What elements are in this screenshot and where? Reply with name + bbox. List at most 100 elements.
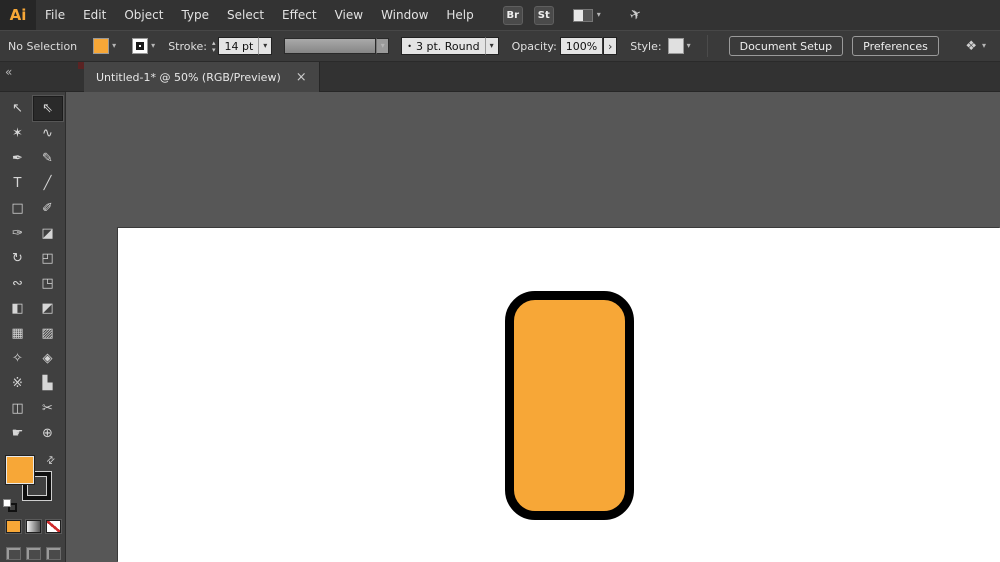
- column-graph-tool[interactable]: ▙: [33, 371, 63, 396]
- select-similar-group[interactable]: ❖ ▾: [965, 39, 986, 54]
- draw-normal-button[interactable]: [6, 547, 21, 560]
- menu-edit[interactable]: Edit: [74, 0, 115, 30]
- draw-mode-row: [6, 547, 61, 560]
- select-similar-icon[interactable]: ❖: [965, 39, 977, 54]
- none-button[interactable]: [46, 520, 61, 533]
- document-tab-title: Untitled-1* @ 50% (RGB/Preview): [96, 71, 281, 84]
- menu-view[interactable]: View: [326, 0, 372, 30]
- document-tab-bar: « Untitled-1* @ 50% (RGB/Preview) ×: [0, 62, 1000, 92]
- preferences-button[interactable]: Preferences: [852, 36, 939, 56]
- free-transform-tool[interactable]: ◳: [33, 271, 63, 296]
- separator: [707, 35, 708, 57]
- rotate-tool[interactable]: ↻: [3, 246, 33, 271]
- stroke-weight-stepper[interactable]: ▴ ▾: [212, 40, 216, 53]
- draw-inside-button[interactable]: [46, 547, 61, 560]
- gradient-tool[interactable]: ▨: [33, 321, 63, 346]
- pen-tool[interactable]: ✒: [3, 146, 33, 171]
- chevron-down-icon[interactable]: ▾: [982, 42, 986, 50]
- variable-width-profile-caret[interactable]: ▾: [376, 38, 389, 54]
- bridge-button[interactable]: Br: [503, 6, 523, 25]
- default-fill-stroke-button[interactable]: [3, 499, 19, 513]
- zoom-tool[interactable]: ⊕: [33, 421, 63, 446]
- width-tool[interactable]: ∾: [3, 271, 33, 296]
- stroke-weight-dropdown[interactable]: ▾: [258, 37, 272, 55]
- menu-object[interactable]: Object: [115, 0, 172, 30]
- workspace-switcher[interactable]: ▾: [573, 9, 601, 22]
- menu-type[interactable]: Type: [172, 0, 218, 30]
- pencil-tool[interactable]: ✑: [3, 221, 33, 246]
- direct-selection-tool[interactable]: ⇖: [33, 96, 63, 121]
- menu-bar-right: Br St ▾ ✈: [503, 6, 642, 25]
- chevron-down-icon[interactable]: ▾: [151, 42, 155, 50]
- menu-help[interactable]: Help: [437, 0, 482, 30]
- chevron-down-icon[interactable]: ▾: [212, 47, 216, 53]
- slice-tool[interactable]: ✂: [33, 396, 63, 421]
- canvas-area[interactable]: [66, 92, 1000, 562]
- style-label[interactable]: Style:: [630, 40, 661, 53]
- stroke-color-swatch[interactable]: [132, 38, 148, 54]
- paint-mode-row: [6, 520, 61, 533]
- eyedropper-tool[interactable]: ✧: [3, 346, 33, 371]
- brush-definition-value: 3 pt. Round: [416, 40, 480, 53]
- close-icon[interactable]: ×: [296, 71, 307, 84]
- menu-effect[interactable]: Effect: [273, 0, 326, 30]
- rounded-rectangle-shape[interactable]: [505, 291, 634, 520]
- chevron-down-icon: ▾: [597, 11, 601, 19]
- color-button[interactable]: [6, 520, 21, 533]
- eraser-tool[interactable]: ◪: [33, 221, 63, 246]
- symbol-sprayer-tool[interactable]: ※: [3, 371, 33, 396]
- chevron-down-icon[interactable]: ▾: [687, 42, 691, 50]
- selection-tool[interactable]: ↖: [3, 96, 33, 121]
- draw-behind-button[interactable]: [26, 547, 41, 560]
- variable-width-profile-dropdown[interactable]: [284, 38, 376, 54]
- menu-window[interactable]: Window: [372, 0, 437, 30]
- fill-color-swatch[interactable]: [93, 38, 109, 54]
- magic-wand-tool[interactable]: ✶: [3, 121, 33, 146]
- menu-bar: Ai File Edit Object Type Select Effect V…: [0, 0, 1000, 30]
- scale-tool[interactable]: ◰: [33, 246, 63, 271]
- fill-proxy-swatch[interactable]: [6, 456, 34, 484]
- lasso-tool[interactable]: ∿: [33, 121, 63, 146]
- selection-status: No Selection: [8, 40, 77, 53]
- stroke-label[interactable]: Stroke:: [168, 40, 207, 53]
- document-setup-button[interactable]: Document Setup: [729, 36, 844, 56]
- chevron-down-icon: ▾: [490, 42, 494, 50]
- paintbrush-tool[interactable]: ✎: [33, 146, 63, 171]
- control-bar: No Selection ▾ ▾ Stroke: ▴ ▾ 14 pt ▾ ▾ •…: [0, 30, 1000, 62]
- gradient-button[interactable]: [26, 520, 41, 533]
- type-tool[interactable]: T: [3, 171, 33, 196]
- tools-panel: ↖⇖✶∿✒✎T╱□✐✑◪↻◰∾◳◧◩▦▨✧◈※▙◫✂☛⊕ ⇄: [0, 92, 66, 562]
- hand-tool[interactable]: ☛: [3, 421, 33, 446]
- blend-tool[interactable]: ◈: [33, 346, 63, 371]
- illustrator-window: Ai File Edit Object Type Select Effect V…: [0, 0, 1000, 562]
- brush-definition-dropdown[interactable]: ▾: [485, 37, 499, 55]
- opacity-field[interactable]: 100%: [560, 37, 602, 55]
- stock-button[interactable]: St: [534, 6, 554, 25]
- app-logo: Ai: [0, 0, 36, 30]
- opacity-flyout-button[interactable]: ›: [603, 37, 617, 55]
- collapse-dock-button[interactable]: «: [5, 65, 12, 79]
- perspective-grid-tool[interactable]: ◩: [33, 296, 63, 321]
- sync-icon[interactable]: ✈: [627, 5, 644, 24]
- mesh-tool[interactable]: ▦: [3, 321, 33, 346]
- artboard-tool[interactable]: ◫: [3, 396, 33, 421]
- stroke-weight-field[interactable]: 14 pt: [218, 37, 258, 55]
- graphic-style-swatch[interactable]: [668, 38, 684, 54]
- menu-file[interactable]: File: [36, 0, 74, 30]
- fill-stroke-controls: ⇄: [0, 454, 66, 518]
- menu-select[interactable]: Select: [218, 0, 273, 30]
- chevron-down-icon[interactable]: ▾: [112, 42, 116, 50]
- blob-brush-tool[interactable]: ✐: [33, 196, 63, 221]
- tool-grid: ↖⇖✶∿✒✎T╱□✐✑◪↻◰∾◳◧◩▦▨✧◈※▙◫✂☛⊕: [0, 96, 65, 446]
- swap-fill-stroke-icon[interactable]: ⇄: [44, 454, 58, 468]
- artboard[interactable]: [118, 228, 1000, 562]
- shape-builder-tool[interactable]: ◧: [3, 296, 33, 321]
- line-segment-tool[interactable]: ╱: [33, 171, 63, 196]
- workspace-layout-icon: [573, 9, 593, 22]
- brush-definition-field[interactable]: • 3 pt. Round: [401, 37, 484, 55]
- rectangle-tool[interactable]: □: [3, 196, 33, 221]
- chevron-down-icon: ▾: [381, 42, 385, 50]
- opacity-label[interactable]: Opacity:: [512, 40, 557, 53]
- document-tab[interactable]: Untitled-1* @ 50% (RGB/Preview) ×: [84, 62, 320, 92]
- chevron-up-icon[interactable]: ▴: [212, 40, 216, 46]
